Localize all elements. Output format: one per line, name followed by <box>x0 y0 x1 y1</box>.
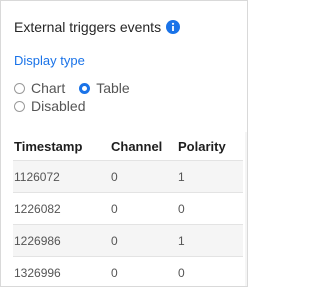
cell-timestamp: 1326996 <box>13 256 109 286</box>
radio-chart-circle[interactable] <box>14 82 25 94</box>
table-row[interactable]: 1326996 0 0 <box>13 256 243 286</box>
display-type-row-1: Chart Table <box>14 80 144 96</box>
cell-timestamp: 1226986 <box>13 224 109 257</box>
cell-polarity: 0 <box>176 192 243 225</box>
radio-chart-label[interactable]: Chart <box>31 80 65 96</box>
radio-disabled-circle[interactable] <box>14 100 25 112</box>
display-type-row-2: Disabled <box>14 98 99 114</box>
cell-channel: 0 <box>109 256 176 286</box>
cell-polarity: 0 <box>176 256 243 286</box>
display-type-label: Display type <box>14 53 85 68</box>
events-table-container: Timestamp Channel Polarity 1126072 0 1 1… <box>13 132 248 286</box>
radio-table-label[interactable]: Table <box>96 80 129 96</box>
radio-chart[interactable]: Chart <box>14 80 65 96</box>
radio-disabled-label[interactable]: Disabled <box>31 98 85 114</box>
cell-polarity: 1 <box>176 224 243 257</box>
info-icon[interactable] <box>166 20 181 34</box>
cell-channel: 0 <box>109 160 176 193</box>
events-table: Timestamp Channel Polarity 1126072 0 1 1… <box>13 132 243 286</box>
header-polarity[interactable]: Polarity <box>176 132 243 161</box>
scroll-thumb[interactable] <box>247 147 248 161</box>
cell-polarity: 1 <box>176 160 243 193</box>
radio-table-circle[interactable] <box>79 82 91 94</box>
header-channel[interactable]: Channel <box>109 132 176 161</box>
radio-table[interactable]: Table <box>79 80 130 96</box>
table-scrollbar[interactable] <box>245 132 248 286</box>
table-row[interactable]: 1226082 0 0 <box>13 192 243 225</box>
panel-header: External triggers events <box>14 19 181 35</box>
cell-channel: 0 <box>109 224 176 257</box>
table-row[interactable]: 1226986 0 1 <box>13 224 243 257</box>
header-timestamp[interactable]: Timestamp <box>13 132 109 161</box>
panel-title: External triggers events <box>14 19 162 35</box>
external-triggers-panel: External triggers events Display type Ch… <box>0 0 248 287</box>
cell-channel: 0 <box>109 192 176 225</box>
table-row[interactable]: 1126072 0 1 <box>13 160 243 193</box>
cell-timestamp: 1126072 <box>13 160 109 193</box>
table-header-row: Timestamp Channel Polarity <box>13 132 243 161</box>
radio-disabled[interactable]: Disabled <box>14 98 85 114</box>
cell-timestamp: 1226082 <box>13 192 109 225</box>
